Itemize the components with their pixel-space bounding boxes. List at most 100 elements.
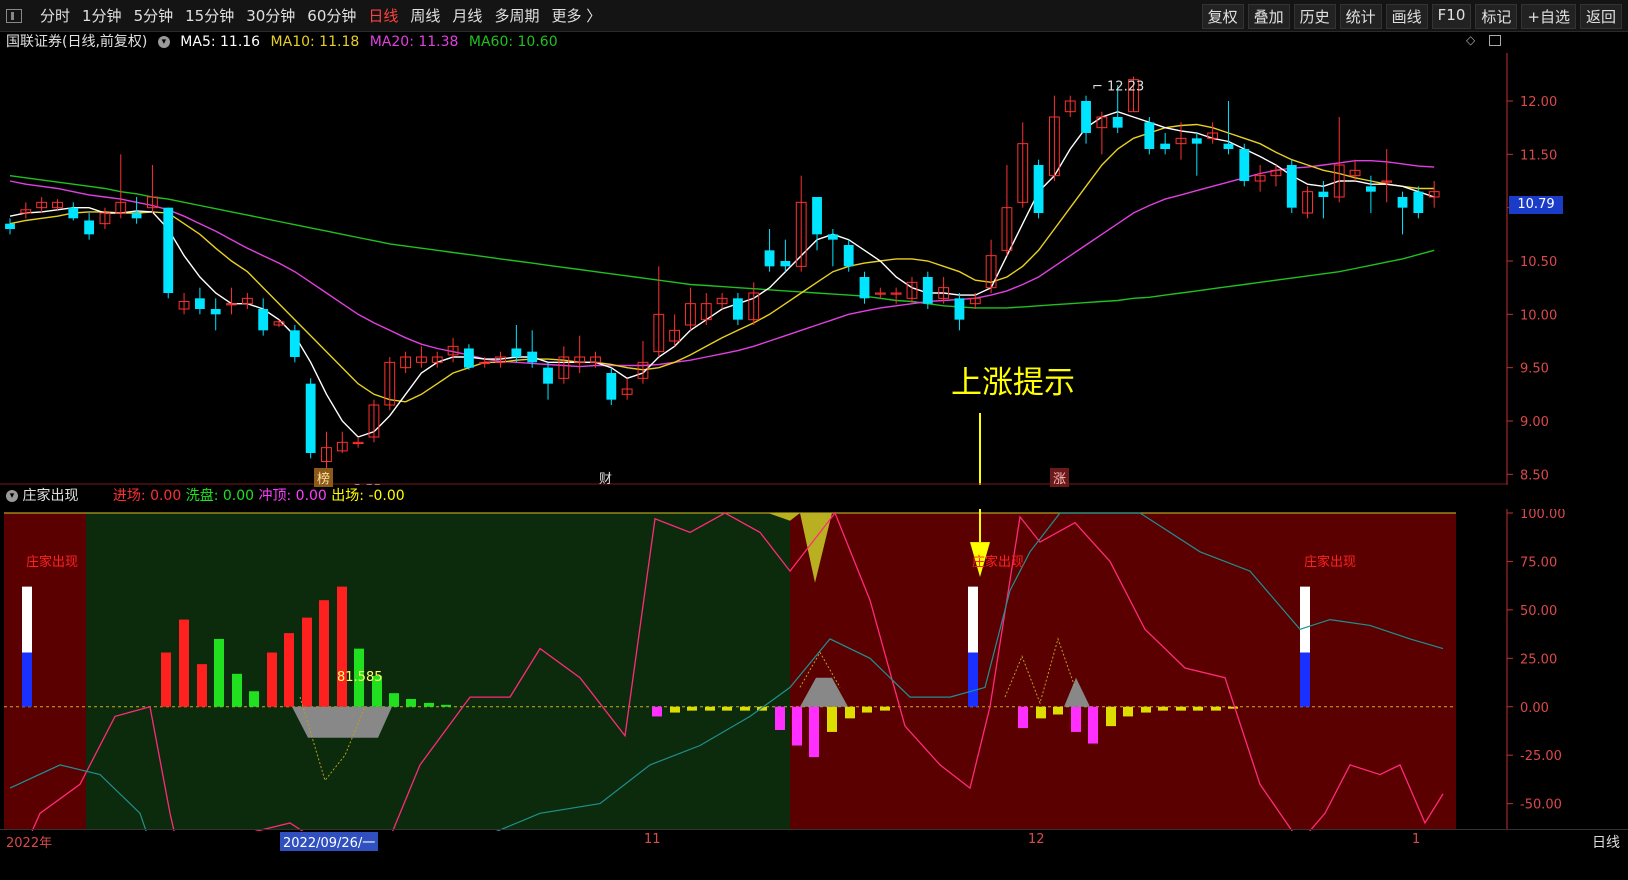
- candle-body: [5, 223, 15, 229]
- stock-name: 国联证券: [6, 34, 62, 50]
- bar: [792, 706, 802, 746]
- signal-label-3: 庄家出现: [1304, 555, 1357, 570]
- bar: [197, 664, 207, 707]
- diamond-icon[interactable]: ◇: [1466, 33, 1475, 47]
- tool-buttons: 复权 叠加 历史 统计 画线 F10 标记 +自选 返回: [1201, 4, 1622, 29]
- indicator-header: ▾ 庄家出现 进场: 0.00 洗盘: 0.00 冲顶: 0.00 出场: -0…: [0, 485, 1565, 509]
- candle-body: [922, 277, 933, 304]
- bar: [284, 633, 294, 707]
- candle-body: [194, 298, 205, 309]
- indicator-name: 庄家出现: [22, 488, 79, 504]
- ind-tick-label: 25.00: [1520, 652, 1557, 667]
- bar: [1141, 706, 1151, 713]
- period-tag[interactable]: 日线: [1592, 832, 1620, 852]
- candle-body: [1191, 138, 1202, 144]
- candle-body: [780, 261, 791, 267]
- tool-button-0[interactable]: 复权: [1201, 4, 1244, 29]
- bar: [441, 704, 451, 707]
- candle-body: [84, 220, 95, 235]
- bar: [1106, 706, 1116, 727]
- date-selected[interactable]: 2022/09/26/一: [280, 832, 379, 851]
- indicator-chart[interactable]: 100.00 75.00 50.00 25.00 0.00 -25.00 -50.00: [0, 509, 1628, 831]
- chart-mode: (日线,前复权): [62, 34, 148, 50]
- gray-block: [292, 706, 392, 738]
- period-8[interactable]: 月线: [446, 5, 488, 26]
- price-tick-label: 11.50: [1520, 148, 1557, 163]
- period-0[interactable]: 分时: [34, 5, 76, 26]
- candle-body: [68, 207, 79, 219]
- ma-settings-icon[interactable]: ▾: [157, 36, 170, 48]
- tool-button-2[interactable]: 历史: [1293, 4, 1336, 29]
- bar: [775, 706, 785, 730]
- candle-body: [289, 330, 300, 357]
- bar: [179, 619, 189, 707]
- ind-tick-label: -50.00: [1520, 798, 1562, 813]
- candle-body: [1112, 117, 1123, 128]
- period-3[interactable]: 15分钟: [179, 5, 240, 26]
- candlestick-chart[interactable]: 12.0011.5011.0010.5010.009.509.008.50⌐ 1…: [0, 53, 1628, 485]
- period-9[interactable]: 多周期: [488, 5, 545, 26]
- candle-body: [1397, 197, 1408, 208]
- candle-body: [1286, 165, 1297, 208]
- period-7[interactable]: 周线: [404, 5, 446, 26]
- period-6[interactable]: 日线: [362, 5, 404, 26]
- bar: [319, 600, 329, 707]
- tool-button-8[interactable]: 返回: [1579, 4, 1622, 29]
- bar: [1176, 706, 1186, 711]
- candle-body: [827, 234, 838, 240]
- candle-body: [163, 207, 174, 293]
- candle-body: [131, 213, 142, 219]
- bar: [1123, 706, 1133, 717]
- period-4[interactable]: 30分钟: [240, 5, 301, 26]
- period-1[interactable]: 1分钟: [76, 5, 128, 26]
- price-tick-label: 12.00: [1520, 95, 1557, 110]
- layout-toggle-icon[interactable]: [6, 8, 22, 23]
- ind-tick-label: 50.00: [1520, 604, 1557, 619]
- price-tick-label: 9.00: [1520, 415, 1549, 430]
- candle-body: [1318, 191, 1329, 197]
- bar: [705, 706, 715, 711]
- candle-body: [543, 367, 553, 384]
- period-2[interactable]: 5分钟: [128, 5, 180, 26]
- bar: [1036, 706, 1046, 719]
- tool-button-3[interactable]: 统计: [1339, 4, 1382, 29]
- bar: [161, 652, 171, 707]
- tool-button-4[interactable]: 画线: [1385, 4, 1428, 29]
- bar: [249, 691, 259, 707]
- date-axis: [0, 829, 1628, 880]
- tool-button-5[interactable]: F10: [1431, 4, 1472, 29]
- bar: [302, 617, 312, 707]
- period-10[interactable]: 更多 〉: [545, 5, 607, 26]
- candle-body: [954, 298, 965, 320]
- bar: [880, 706, 890, 711]
- xipan-value: 洗盘: 0.00: [185, 488, 255, 504]
- bar: [337, 586, 347, 707]
- zone-green: [86, 513, 790, 830]
- tool-button-6[interactable]: 标记: [1475, 4, 1518, 29]
- candle-body: [305, 383, 316, 453]
- candle-body: [1160, 143, 1171, 149]
- bar: [827, 706, 837, 732]
- price-tick-label: 9.50: [1520, 362, 1549, 377]
- bar: [740, 706, 750, 711]
- tool-button-1[interactable]: 叠加: [1247, 4, 1290, 29]
- candle-body: [1239, 149, 1250, 181]
- candle-body: [764, 250, 775, 267]
- bar: [214, 638, 224, 707]
- bar: [232, 673, 242, 707]
- ma5-label: MA5: 11.16: [180, 34, 261, 50]
- ma10-line: [9, 123, 1435, 403]
- indicator-settings-icon[interactable]: ▾: [6, 490, 18, 502]
- window-icon[interactable]: [1489, 35, 1501, 46]
- bar: [687, 706, 697, 711]
- bar: [267, 652, 277, 707]
- tool-button-7[interactable]: +自选: [1521, 4, 1576, 29]
- rise-hint-annotation: 上涨提示: [951, 365, 1075, 401]
- jinchang-value: 进场: 0.00: [112, 488, 182, 504]
- chongding-value: 冲顶: 0.00: [258, 488, 327, 504]
- candle-body: [1081, 101, 1091, 133]
- bar: [670, 706, 680, 713]
- candle-body: [1144, 122, 1155, 149]
- bar: [406, 699, 416, 707]
- period-5[interactable]: 60分钟: [301, 5, 362, 26]
